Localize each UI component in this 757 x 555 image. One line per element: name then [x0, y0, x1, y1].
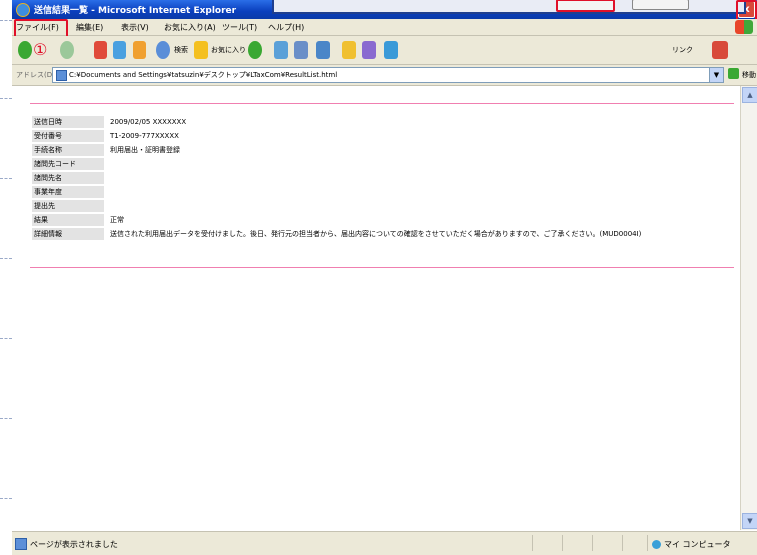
favorites-label[interactable]: お気に入り	[211, 45, 246, 55]
folder-icon[interactable]	[342, 41, 356, 59]
status-bar: ページが表示されました マイ コンピュータ	[12, 531, 757, 555]
menu-help[interactable]: ヘルプ(H)	[268, 22, 304, 33]
result-value: 正常	[110, 216, 124, 224]
window-title: 送信結果一覧 - Microsoft Internet Explorer	[34, 6, 237, 16]
bottom-divider	[30, 267, 734, 268]
scroll-up-icon[interactable]: ▲	[742, 87, 757, 103]
guide-mark	[0, 338, 12, 339]
edit-icon[interactable]	[316, 41, 330, 59]
guide-mark	[0, 418, 12, 419]
address-dropdown-icon[interactable]: ▼	[709, 68, 723, 82]
guide-mark	[0, 498, 12, 499]
result-label: 受付番号	[32, 130, 104, 142]
status-pane	[592, 535, 593, 551]
print-icon[interactable]	[294, 41, 308, 59]
research-icon[interactable]	[384, 41, 398, 59]
forward-icon[interactable]	[60, 41, 74, 59]
page-content: 送信日時 2009/02/05 XXXXXXX 受付番号 T1-2009-777XXX…	[12, 86, 740, 530]
menu-tools[interactable]: ツール(T)	[222, 22, 257, 33]
address-label: アドレス(D)	[16, 71, 55, 79]
refresh-icon[interactable]	[113, 41, 126, 59]
result-label: 送信日時	[32, 116, 104, 128]
stop-icon[interactable]	[94, 41, 107, 59]
step-marker: ①	[33, 40, 48, 59]
mail-icon[interactable]	[274, 41, 288, 59]
result-label: 諸問先コード	[32, 158, 104, 170]
vertical-scrollbar[interactable]: ▲ ▼	[740, 86, 757, 530]
search-icon[interactable]	[156, 41, 170, 59]
overlay-dialog	[272, 0, 746, 14]
result-label: 事業年度	[32, 186, 104, 198]
page-status-icon	[15, 538, 27, 550]
menu-view[interactable]: 表示(V)	[121, 22, 149, 33]
dialog-cancel-button[interactable]	[632, 0, 689, 10]
address-input[interactable]: C:¥Documents and Settings¥tatsuzin¥デスクトッ…	[52, 67, 724, 83]
history-icon[interactable]	[248, 41, 262, 59]
guide-mark	[0, 258, 12, 259]
address-url[interactable]: C:¥Documents and Settings¥tatsuzin¥デスクトッ…	[69, 70, 337, 80]
favorites-star-icon[interactable]	[194, 41, 208, 59]
dialog-ok-button[interactable]	[556, 0, 615, 12]
go-button[interactable]: 移動	[742, 70, 756, 80]
scroll-down-icon[interactable]: ▼	[742, 513, 757, 529]
menu-edit[interactable]: 編集(E)	[76, 22, 103, 33]
messenger-icon[interactable]	[362, 41, 376, 59]
addon-icon[interactable]	[712, 41, 728, 59]
search-label[interactable]: 検索	[174, 45, 188, 55]
guide-mark	[0, 98, 12, 99]
go-icon[interactable]	[728, 68, 739, 79]
menu-bar: ファイル(F) 編集(E) 表示(V) お気に入り(A) ツール(T) ヘルプ(…	[12, 19, 757, 36]
home-icon[interactable]	[133, 41, 146, 59]
menu-favorites[interactable]: お気に入り(A)	[164, 22, 216, 33]
security-zone: マイ コンピュータ	[652, 539, 731, 550]
result-value: 利用届出・証明書登録	[110, 146, 180, 154]
result-value: 送信された利用届出データを受付けました。後日、発行元の担当者から、届出内容につい…	[110, 230, 642, 238]
back-icon[interactable]	[18, 41, 32, 59]
guide-mark	[0, 178, 12, 179]
result-label: 提出先	[32, 200, 104, 212]
result-value: 2009/02/05 XXXXXXX	[110, 118, 187, 126]
result-value: T1-2009-777XXXXX	[110, 132, 179, 140]
result-label: 結果	[32, 214, 104, 226]
status-pane	[562, 535, 563, 551]
windows-logo-icon	[735, 20, 753, 34]
result-label: 諸問先名	[32, 172, 104, 184]
links-label[interactable]: リンク	[672, 45, 693, 55]
ie-icon	[16, 3, 30, 17]
status-pane	[647, 535, 648, 551]
computer-icon	[652, 540, 661, 549]
page-icon	[56, 70, 67, 81]
address-bar: アドレス(D) C:¥Documents and Settings¥tatsuz…	[12, 65, 757, 86]
status-pane	[622, 535, 623, 551]
status-pane	[532, 535, 533, 551]
top-divider	[30, 103, 734, 104]
status-text: ページが表示されました	[30, 540, 118, 549]
toolbar: ① 検索 お気に入り リンク	[12, 36, 757, 65]
zone-label: マイ コンピュータ	[664, 540, 731, 549]
guide-mark	[0, 20, 12, 21]
result-label: 手続名称	[32, 144, 104, 156]
result-label: 詳細情報	[32, 228, 104, 240]
